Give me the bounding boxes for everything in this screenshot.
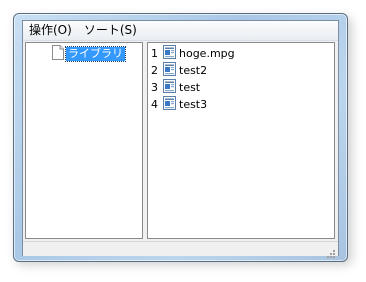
- item-index: 1: [151, 47, 158, 60]
- menu-bar: 操作(O) ソート(S): [23, 21, 338, 41]
- app-window: 操作(O) ソート(S) ライブラリ 1 hoge.mpg 2 test2 3 …: [13, 13, 348, 262]
- tree-node-library[interactable]: ライブラリ: [52, 44, 126, 64]
- item-name: test3: [179, 98, 208, 111]
- file-list: 1 hoge.mpg 2 test2 3 test 4 test3: [151, 45, 235, 113]
- list-item[interactable]: 2 test2: [151, 62, 235, 79]
- status-bar: [23, 241, 338, 258]
- media-file-icon: [163, 79, 176, 96]
- item-index: 2: [151, 64, 158, 77]
- menu-sort[interactable]: ソート(S): [78, 21, 143, 40]
- media-file-icon: [163, 62, 176, 79]
- tree-pane[interactable]: ライブラリ: [25, 42, 143, 239]
- media-file-icon: [163, 45, 176, 62]
- item-index: 3: [151, 81, 158, 94]
- media-file-icon: [163, 96, 176, 113]
- window-client-area: 操作(O) ソート(S) ライブラリ 1 hoge.mpg 2 test2 3 …: [22, 20, 339, 258]
- tree-node-label: ライブラリ: [65, 46, 126, 62]
- document-icon: [52, 44, 64, 64]
- list-item[interactable]: 1 hoge.mpg: [151, 45, 235, 62]
- menu-operation[interactable]: 操作(O): [23, 21, 78, 40]
- item-index: 4: [151, 98, 158, 111]
- item-name: hoge.mpg: [179, 47, 235, 60]
- file-list-pane[interactable]: 1 hoge.mpg 2 test2 3 test 4 test3: [147, 42, 335, 239]
- item-name: test2: [179, 64, 208, 77]
- list-item[interactable]: 3 test: [151, 79, 235, 96]
- item-name: test: [179, 81, 201, 94]
- list-item[interactable]: 4 test3: [151, 96, 235, 113]
- resize-grip-icon[interactable]: [326, 244, 336, 258]
